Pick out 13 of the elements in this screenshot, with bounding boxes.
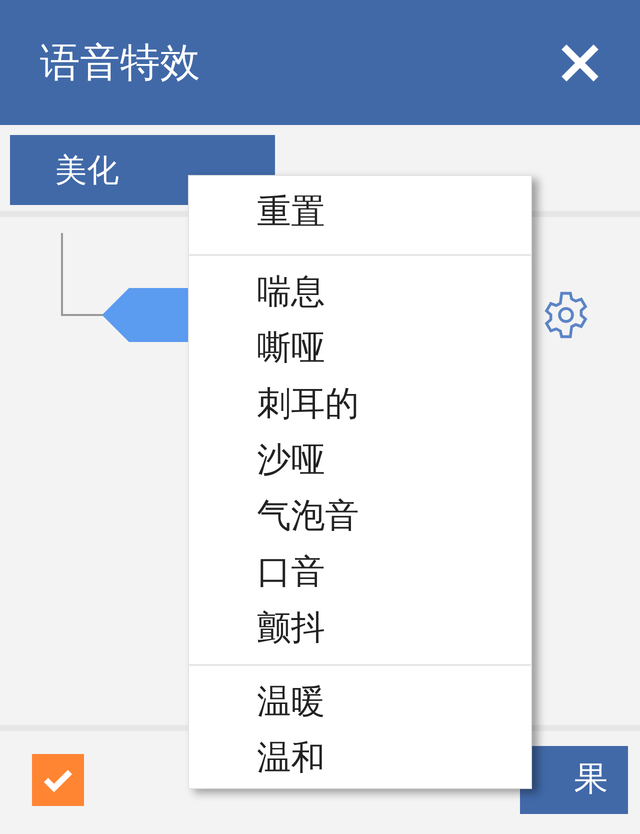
checkbox[interactable] [32, 754, 84, 806]
window-title: 语音特效 [40, 38, 200, 88]
menu-item[interactable]: 气泡音 [189, 488, 531, 544]
apply-button[interactable]: 果 [520, 746, 628, 814]
menu-item[interactable]: 喘息 [189, 264, 531, 320]
menu-item[interactable]: 嘶哑 [189, 320, 531, 376]
menu-item[interactable]: 颤抖 [189, 600, 531, 656]
menu-item[interactable]: 口音 [189, 544, 531, 600]
menu-item[interactable]: 刺耳的 [189, 376, 531, 432]
menu-item[interactable]: 温暖 [189, 674, 531, 730]
close-icon[interactable] [560, 42, 600, 82]
checkmark-icon [43, 768, 73, 792]
menu-item[interactable]: 沙哑 [189, 432, 531, 488]
